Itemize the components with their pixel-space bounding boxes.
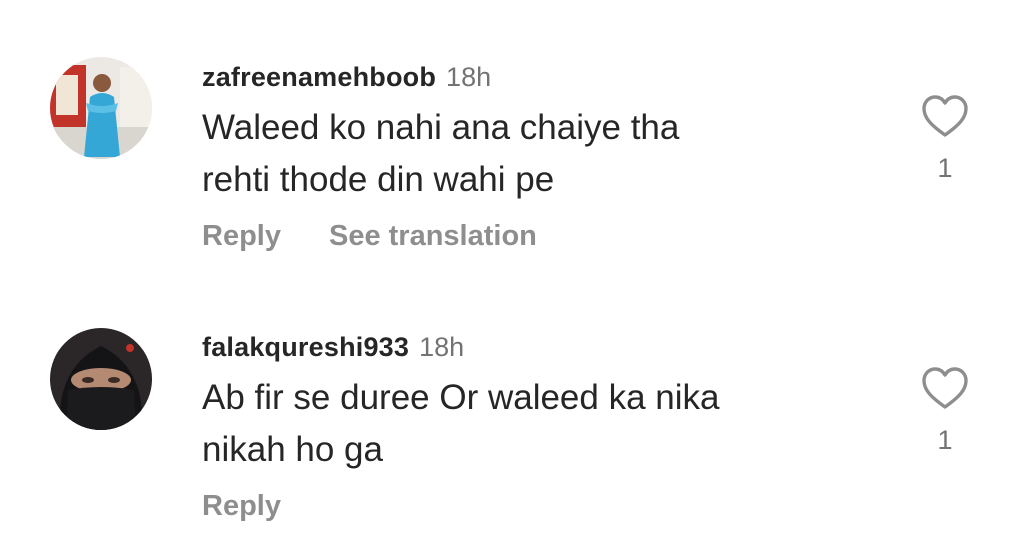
comment-text-line: rehti thode din wahi pe bbox=[202, 160, 555, 199]
username[interactable]: falakqureshi933 bbox=[202, 332, 409, 363]
like-count: 1 bbox=[937, 153, 953, 183]
reply-button[interactable]: Reply bbox=[202, 220, 281, 253]
comment-meta: zafreenamehboob 18h bbox=[202, 58, 882, 96]
comment-item: zafreenamehboob 18h Waleed ko nahi ana c… bbox=[0, 0, 1024, 280]
comment-body: falakqureshi933 18h Ab fir se duree Or w… bbox=[202, 328, 882, 526]
comment-item: falakqureshi933 18h Ab fir se duree Or w… bbox=[0, 280, 1024, 548]
reply-button[interactable]: Reply bbox=[202, 490, 281, 523]
avatar[interactable] bbox=[50, 328, 152, 430]
comment-text-line: Ab fir se duree Or waleed ka nika bbox=[202, 378, 720, 417]
comment-text-line: nikah ho ga bbox=[202, 430, 383, 469]
heart-icon[interactable] bbox=[921, 94, 969, 138]
like-count: 1 bbox=[937, 425, 953, 455]
comment-actions: Reply bbox=[202, 486, 882, 526]
comment-body: zafreenamehboob 18h Waleed ko nahi ana c… bbox=[202, 58, 882, 256]
heart-icon[interactable] bbox=[921, 366, 969, 410]
comments-list: zafreenamehboob 18h Waleed ko nahi ana c… bbox=[0, 0, 1024, 548]
avatar[interactable] bbox=[50, 57, 152, 159]
comment-text: Waleed ko nahi ana chaiye tha rehti thod… bbox=[202, 102, 882, 206]
username[interactable]: zafreenamehboob bbox=[202, 62, 436, 93]
comment-text-line: Waleed ko nahi ana chaiye tha bbox=[202, 108, 680, 147]
like-control: 1 bbox=[918, 94, 972, 184]
comment-actions: Reply See translation bbox=[202, 216, 882, 256]
avatar-image bbox=[50, 328, 152, 430]
timestamp: 18h bbox=[419, 331, 465, 362]
see-translation-button[interactable]: See translation bbox=[329, 220, 537, 253]
comment-meta: falakqureshi933 18h bbox=[202, 328, 882, 366]
timestamp: 18h bbox=[446, 61, 492, 92]
avatar-image bbox=[50, 57, 152, 159]
comment-text: Ab fir se duree Or waleed ka nika nikah … bbox=[202, 372, 882, 476]
like-control: 1 bbox=[918, 366, 972, 456]
